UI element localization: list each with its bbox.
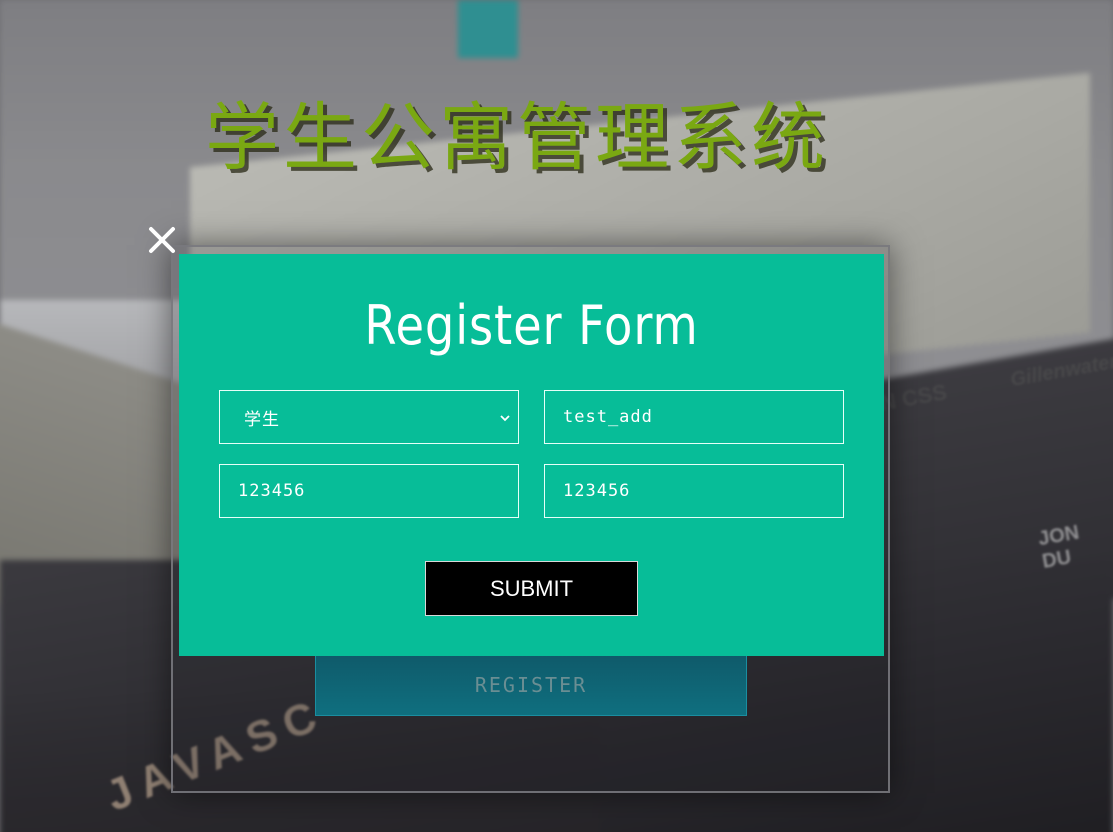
role-select[interactable]: 学生 (219, 390, 519, 444)
confirm-password-input[interactable] (544, 464, 844, 518)
username-input[interactable] (544, 390, 844, 444)
modal-title: Register Form (364, 294, 699, 357)
close-icon[interactable] (146, 224, 178, 256)
register-modal: Register Form 学生 SUBMIT (179, 254, 884, 656)
page: Gillenwater N CSS JON DU JAVASC 学生公寓管理系统… (0, 0, 1113, 832)
page-title: 学生公寓管理系统 (205, 95, 829, 181)
password-input[interactable] (219, 464, 519, 518)
submit-button[interactable]: SUBMIT (425, 561, 638, 616)
chevron-down-icon (498, 410, 512, 424)
role-select-value: 学生 (244, 409, 280, 430)
register-button[interactable]: REGISTER (315, 654, 747, 716)
